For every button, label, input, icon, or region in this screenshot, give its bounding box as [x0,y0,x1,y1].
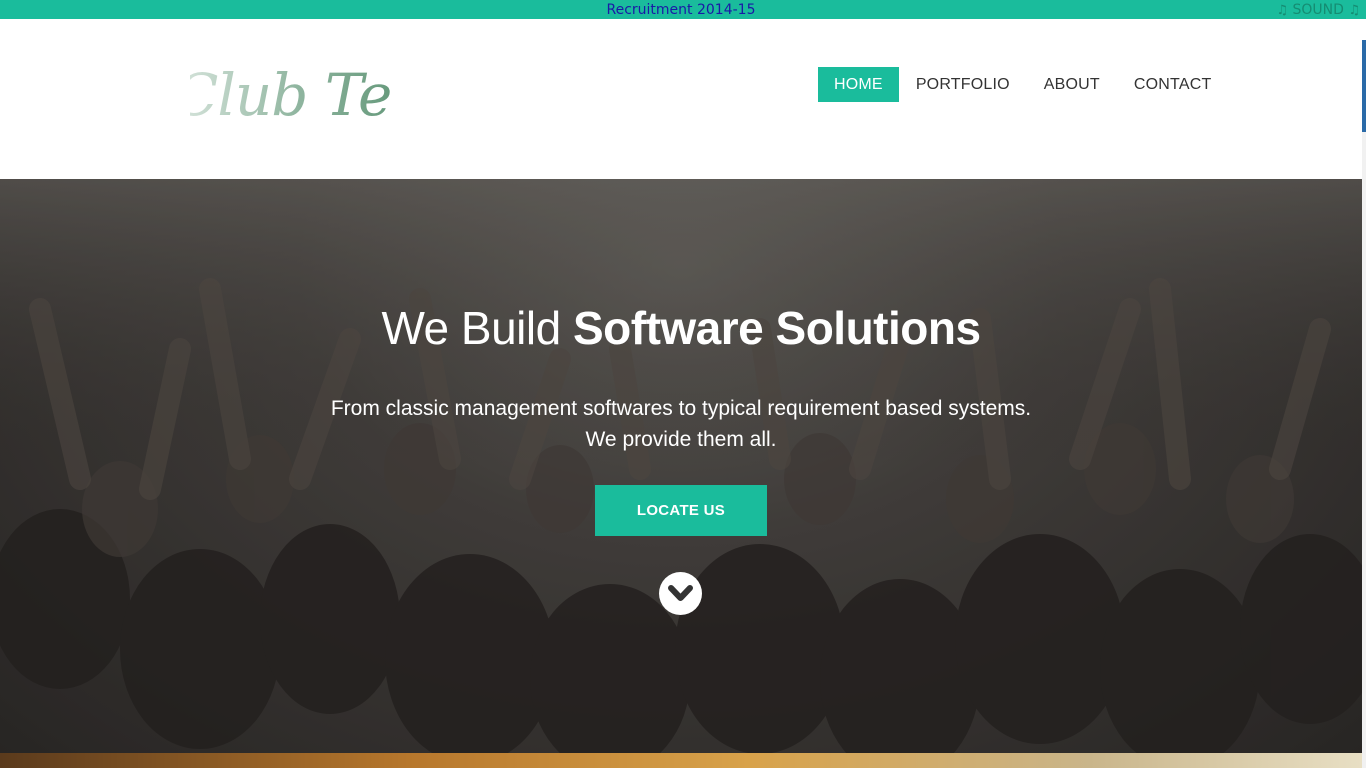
nav-contact[interactable]: CONTACT [1117,67,1229,102]
sound-control: ♫ SOUND ♫ [1276,1,1360,20]
music-note-icon: ♫ [1348,3,1360,18]
hero-subtitle-line: From classic management softwares to typ… [330,397,1032,420]
nav-portfolio[interactable]: PORTFOLIO [899,67,1027,102]
nav-home[interactable]: HOME [818,67,899,102]
hero-section: We Build Software Solutions From classic… [0,179,1362,753]
hero-subtitle: From classic management softwares to typ… [281,393,1081,455]
sound-label: SOUND [1292,2,1344,18]
scroll-down-button[interactable] [659,572,702,615]
crowd-background-image [0,179,1362,753]
announcement-bar: Recruitment 2014-15 ♫ SOUND ♫ [0,0,1366,19]
recruitment-link[interactable]: Recruitment 2014-15 [0,1,1362,19]
site-logo[interactable]: Club Technocrats [190,59,390,131]
locate-us-button[interactable]: LOCATE US [595,485,767,536]
hero-title-light: We Build [381,302,573,354]
next-section-preview [0,753,1362,768]
scrollbar-track[interactable] [1362,132,1366,768]
logo-text: Club Technocrats [190,61,390,129]
site-header: Club Technocrats HOME PORTFOLIO ABOUT CO… [0,19,1362,179]
scrollbar-thumb[interactable] [1362,40,1366,132]
hero-title-bold: Software Solutions [572,302,981,354]
hero-title: We Build Software Solutions [0,301,1362,355]
music-note-icon: ♫ [1276,3,1289,18]
main-nav: HOME PORTFOLIO ABOUT CONTACT [818,67,1228,102]
nav-about[interactable]: ABOUT [1027,67,1117,102]
chevron-down-icon [668,585,693,601]
hero-subtitle-line: We provide them all. [585,428,777,451]
